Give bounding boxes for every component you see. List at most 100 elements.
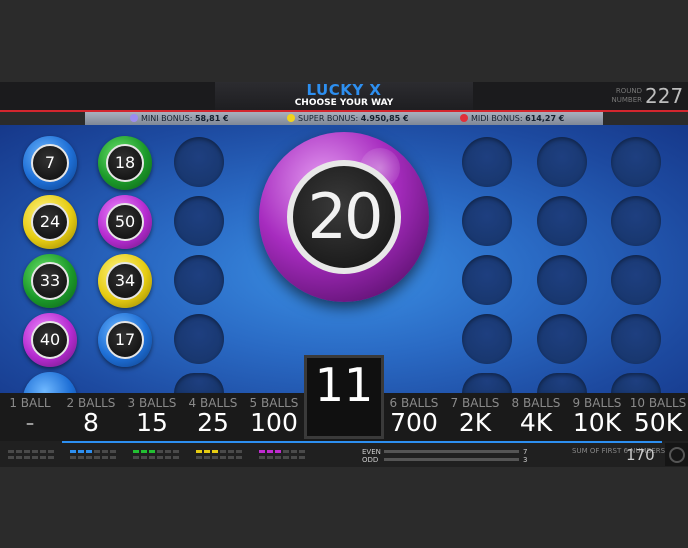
history-dash bbox=[204, 456, 210, 459]
history-dash bbox=[283, 456, 289, 459]
history-dash bbox=[78, 450, 84, 453]
mini-bonus-label: MINI BONUS: bbox=[141, 114, 193, 123]
midi-bonus-label: MIDI BONUS: bbox=[471, 114, 523, 123]
drawn-ball-number: 24 bbox=[31, 203, 69, 241]
history-dash bbox=[283, 450, 289, 453]
midi-bonus-icon bbox=[460, 114, 468, 122]
paytable-value: 2K bbox=[458, 408, 492, 437]
paytable-cell: 2 BALLS 8 bbox=[61, 396, 121, 437]
paytable-value: - bbox=[25, 408, 35, 437]
history-dash bbox=[196, 456, 202, 459]
empty-slot bbox=[174, 137, 224, 187]
drawn-ball: 34 bbox=[98, 254, 152, 308]
paytable-value: 8 bbox=[83, 408, 99, 437]
history-dash bbox=[133, 450, 139, 453]
empty-slot bbox=[611, 255, 661, 305]
history-dash bbox=[228, 450, 234, 453]
paytable-value: 50K bbox=[633, 408, 683, 437]
paytable-value: 700 bbox=[390, 408, 438, 437]
empty-slot bbox=[174, 314, 224, 364]
even-value: 7 bbox=[523, 448, 528, 456]
drawn-ball: 18 bbox=[98, 136, 152, 190]
history-dash bbox=[32, 456, 38, 459]
history-dash bbox=[8, 456, 14, 459]
empty-slot bbox=[611, 137, 661, 187]
paytable-value: 4K bbox=[519, 408, 553, 437]
history-dash bbox=[259, 450, 265, 453]
history-dash bbox=[275, 450, 281, 453]
super-bonus-value: 4.950,85 € bbox=[360, 114, 409, 123]
footer-accent-line bbox=[62, 441, 662, 443]
empty-slot bbox=[174, 255, 224, 305]
paytable-cell: 7 BALLS 2K bbox=[445, 396, 505, 437]
odd-label: ODD bbox=[362, 456, 379, 464]
history-dash bbox=[102, 450, 108, 453]
drawn-ball-number: 7 bbox=[31, 144, 69, 182]
history-dash bbox=[291, 456, 297, 459]
odd-bar bbox=[384, 458, 519, 461]
drawn-ball: 7 bbox=[23, 136, 77, 190]
history-dash bbox=[149, 456, 155, 459]
mini-bonus: MINI BONUS: 58,81 € bbox=[130, 112, 229, 125]
paytable-cell: 1 BALL - bbox=[0, 396, 60, 437]
empty-slot bbox=[537, 196, 587, 246]
history-dash bbox=[220, 456, 226, 459]
drawn-ball: 33 bbox=[23, 254, 77, 308]
history-dash bbox=[133, 456, 139, 459]
history-dash bbox=[212, 456, 218, 459]
history-dash bbox=[94, 456, 100, 459]
even-bar bbox=[384, 450, 519, 453]
empty-slot bbox=[537, 255, 587, 305]
drawn-ball-number: 33 bbox=[31, 262, 69, 300]
history-dash bbox=[299, 456, 305, 459]
history-dash bbox=[94, 450, 100, 453]
mini-bonus-value: 58,81 € bbox=[194, 114, 229, 123]
super-bonus-icon bbox=[287, 114, 295, 122]
history-dash bbox=[48, 456, 54, 459]
history-dash bbox=[40, 450, 46, 453]
history-dash bbox=[16, 456, 22, 459]
empty-slot bbox=[611, 196, 661, 246]
drawn-ball-number: 34 bbox=[106, 262, 144, 300]
empty-slot bbox=[462, 255, 512, 305]
empty-slot bbox=[462, 314, 512, 364]
history-dash bbox=[299, 450, 305, 453]
drawn-ball-number: 18 bbox=[106, 144, 144, 182]
history-dash bbox=[220, 450, 226, 453]
odd-value: 3 bbox=[523, 456, 528, 464]
history-dash bbox=[291, 450, 297, 453]
history-dash bbox=[173, 450, 179, 453]
empty-slot bbox=[462, 137, 512, 187]
history-dash bbox=[267, 450, 273, 453]
empty-slot bbox=[462, 196, 512, 246]
history-dash bbox=[157, 456, 163, 459]
history-dash bbox=[165, 456, 171, 459]
paytable-cell: 3 BALLS 15 bbox=[122, 396, 182, 437]
empty-slot bbox=[611, 314, 661, 364]
drawn-ball-number: 40 bbox=[31, 321, 69, 359]
settings-button[interactable] bbox=[665, 443, 688, 466]
settings-icon bbox=[669, 447, 685, 463]
round-label: ROUND NUMBER bbox=[611, 87, 643, 104]
drawn-ball: 40 bbox=[23, 313, 77, 367]
paytable-cell: 4 BALLS 25 bbox=[183, 396, 243, 437]
drawn-ball-number: 50 bbox=[106, 203, 144, 241]
paytable-cell: 9 BALLS 10K bbox=[567, 396, 627, 437]
history-dash bbox=[149, 450, 155, 453]
paytable-cell: 6 BALLS 700 bbox=[384, 396, 444, 437]
history-dash bbox=[212, 450, 218, 453]
history-dash bbox=[86, 456, 92, 459]
history-dash bbox=[78, 456, 84, 459]
history-dash bbox=[259, 456, 265, 459]
mini-bonus-icon bbox=[130, 114, 138, 122]
history-dash bbox=[141, 450, 147, 453]
history-dash bbox=[40, 456, 46, 459]
history-dash bbox=[70, 450, 76, 453]
history-dash bbox=[157, 450, 163, 453]
history-dash bbox=[236, 450, 242, 453]
midi-bonus-value: 614,27 € bbox=[525, 114, 565, 123]
drawn-ball-number: 17 bbox=[106, 321, 144, 359]
history-dash bbox=[275, 456, 281, 459]
round-number: 227 bbox=[645, 84, 684, 108]
paytable-value: 15 bbox=[136, 408, 168, 437]
